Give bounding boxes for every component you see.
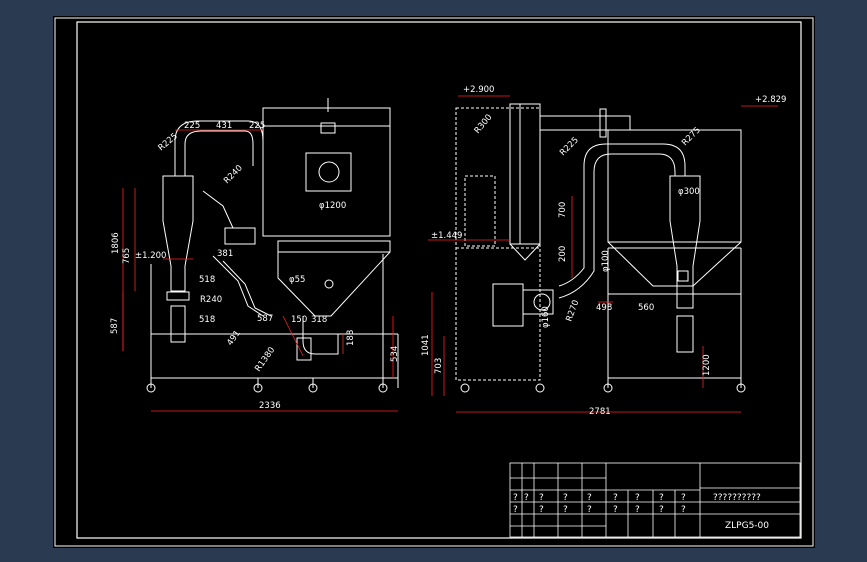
cell-a1: ? <box>524 493 529 503</box>
radius-r1380: R1380 <box>253 345 277 373</box>
dim-700: 700 <box>558 202 568 218</box>
dim-518a: 518 <box>199 275 215 285</box>
dim-491: 491 <box>225 329 243 348</box>
dim-587: 587 <box>110 318 120 334</box>
cell-a3: ? <box>563 493 568 503</box>
cell-b2: ? <box>563 505 568 515</box>
cell-a2: ? <box>539 493 544 503</box>
cell-b7: ? <box>681 505 686 515</box>
cad-drawing: 225 431 225 R225 R240 φ1200 φ55 1806 765… <box>54 17 814 547</box>
inner-frame <box>76 21 802 539</box>
dim-1041: 1041 <box>421 334 431 356</box>
radius-r225-right: R225 <box>558 135 581 158</box>
dim-703: 703 <box>434 358 444 374</box>
dim-225b: 225 <box>249 121 265 131</box>
elev-2900: +2.900 <box>463 85 494 95</box>
drawing-number: ZLPG5-00 <box>725 521 769 531</box>
elev-2829: +2.829 <box>755 95 786 105</box>
cell-a7: ? <box>659 493 664 503</box>
dim-188: 188 <box>346 330 356 346</box>
title-block-cells: ? ? ? ? ? ? ? ? ? ? ? ? ? ? ? ? ? <box>513 493 686 515</box>
right-view <box>455 103 746 393</box>
cell-a0: ? <box>513 493 518 503</box>
inspection-door <box>305 152 352 192</box>
radius-r225: R225 <box>157 131 180 153</box>
dim-200: 200 <box>558 246 568 262</box>
dim-phi1200: φ1200 <box>319 201 346 211</box>
drawing-sheet: 225 431 225 R225 R240 φ1200 φ55 1806 765… <box>53 16 815 548</box>
radius-r240b: R240 <box>200 295 222 305</box>
cyclone-left <box>162 175 194 292</box>
dim-498: 498 <box>596 303 612 313</box>
blower <box>492 283 524 327</box>
radius-r270: R270 <box>564 299 581 323</box>
radius-r275: R275 <box>680 125 703 148</box>
dim-150: 150 <box>291 315 307 325</box>
cell-b6: ? <box>659 505 664 515</box>
cell-b5: ? <box>635 505 640 515</box>
dim-phi160: φ160 <box>541 306 551 328</box>
radius-r240: R240 <box>222 163 245 186</box>
dim-381: 381 <box>217 249 233 259</box>
dim-518b: 518 <box>199 315 215 325</box>
dim-2336: 2336 <box>259 401 281 411</box>
dim-1806: 1806 <box>111 232 121 254</box>
cell-a8: ? <box>681 493 686 503</box>
dim-phi100: φ100 <box>601 250 611 272</box>
dim-765: 765 <box>122 248 132 264</box>
dim-phi55: φ55 <box>289 275 305 285</box>
outer-frame <box>54 17 814 547</box>
elev-1449: ±1.449 <box>431 231 462 241</box>
radius-r300: R300 <box>473 113 495 136</box>
dim-587b: 587 <box>257 314 273 324</box>
dim-431: 431 <box>216 121 232 131</box>
elev-1200: ±1.200 <box>135 251 166 261</box>
dim-534: 534 <box>390 346 400 362</box>
cell-b1: ? <box>539 505 544 515</box>
dim-318: 318 <box>311 315 327 325</box>
cell-a5: ? <box>613 493 618 503</box>
cell-a6: ? <box>635 493 640 503</box>
cell-b3: ? <box>587 505 592 515</box>
dim-1200: 1200 <box>702 354 712 376</box>
drawing-title: ?????????? <box>713 493 761 503</box>
dim-2781: 2781 <box>589 407 611 417</box>
dim-phi300: φ300 <box>678 187 700 197</box>
cell-a4: ? <box>587 493 592 503</box>
filter-housing <box>262 107 391 237</box>
dim-560: 560 <box>638 303 654 313</box>
cell-b0: ? <box>513 505 518 515</box>
drying-chamber <box>607 129 742 243</box>
cell-b4: ? <box>613 505 618 515</box>
dim-225a: 225 <box>184 121 200 131</box>
